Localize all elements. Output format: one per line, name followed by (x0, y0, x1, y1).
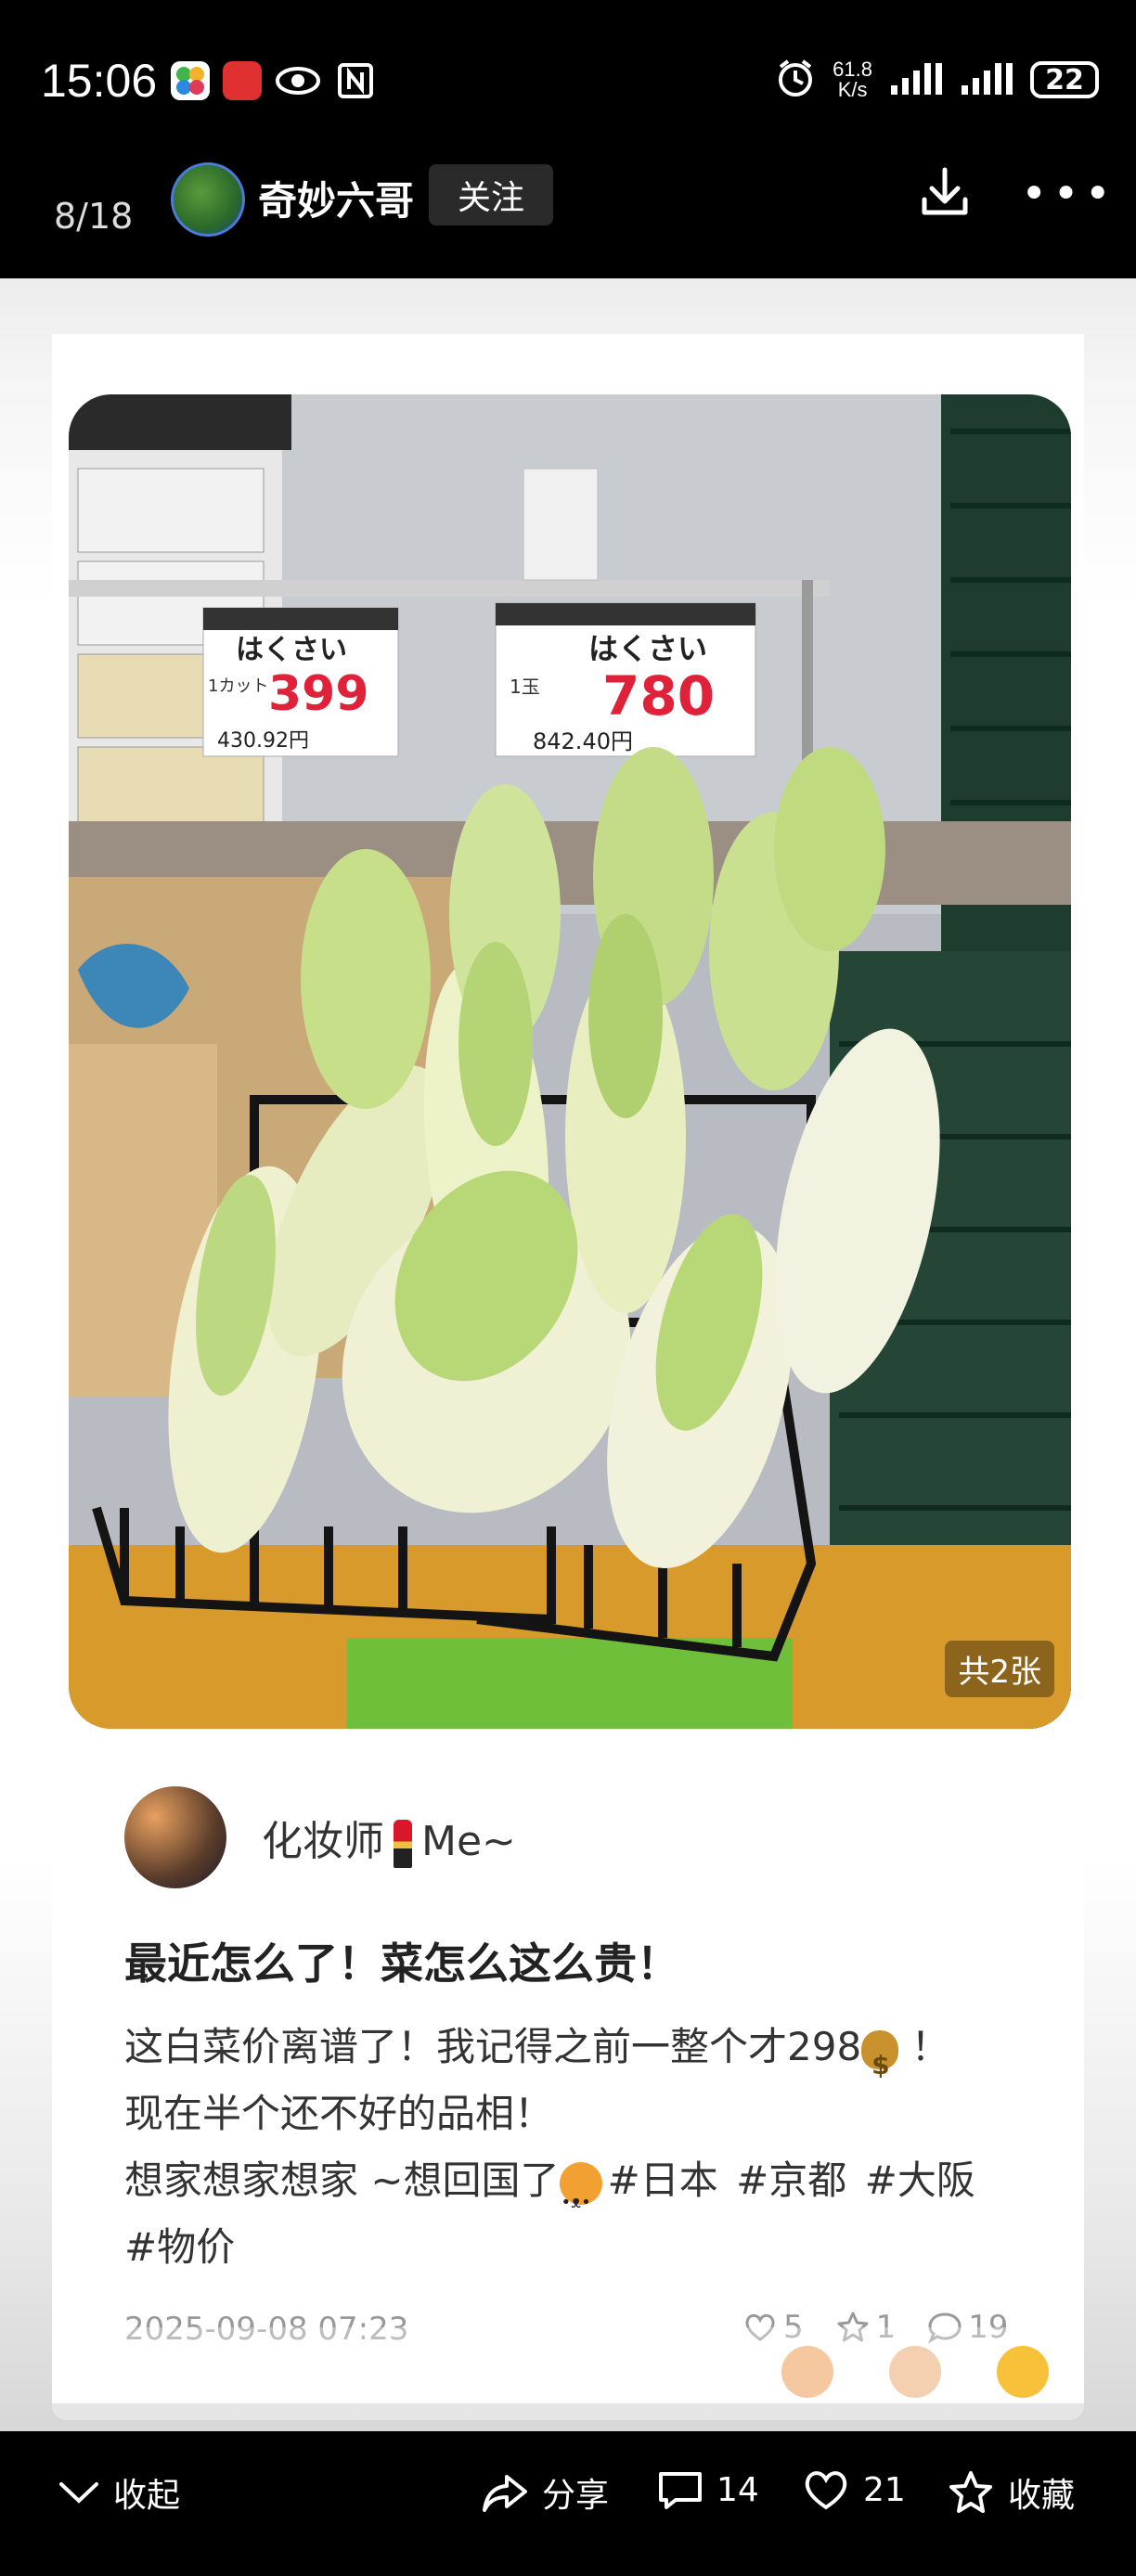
star-icon (949, 2471, 992, 2513)
grin-emoji-icon[interactable] (997, 2346, 1049, 2398)
heart-icon (805, 2471, 847, 2510)
sign-left-price: 399 (268, 666, 369, 722)
follow-button[interactable]: 关注 (429, 164, 553, 225)
bottom-action-bar: 收起 分享 14 21 收藏 (0, 2431, 1136, 2576)
battery-indicator: 22 (1030, 61, 1099, 98)
clock: 15:06 (41, 55, 158, 107)
sign-right-price: 780 (602, 664, 715, 728)
sign-right-title: はくさい (588, 631, 707, 666)
signal-icon (889, 59, 943, 100)
huawei-app-icon (223, 61, 262, 100)
cabbage-photo-illustration: はくさい 1カット 399 430.92円 はくさい 1玉 780 842.40… (69, 394, 1071, 1729)
post-photo[interactable]: はくさい 1カット 399 430.92円 はくさい 1玉 780 842.40… (69, 394, 1071, 1729)
nfc-icon (336, 61, 375, 100)
download-icon[interactable] (917, 164, 973, 220)
lipstick-icon (394, 1820, 412, 1868)
avatar[interactable] (171, 162, 245, 237)
share-icon (483, 2475, 527, 2512)
image-count-badge: 共2张 (945, 1641, 1054, 1697)
hashtag[interactable]: #物价 (124, 2224, 235, 2270)
pray-emoji-icon[interactable] (781, 2346, 833, 2398)
sign-right-tax: 842.40円 (533, 728, 633, 754)
hashtag[interactable]: #日本 (608, 2157, 718, 2203)
comment-icon (659, 2472, 702, 2509)
app-icon (171, 61, 210, 100)
page-indicator: 8/18 (54, 195, 134, 237)
sign-left-title: はくさい (236, 634, 347, 666)
favorite-button[interactable]: 收藏 (947, 2468, 1075, 2517)
hashtag[interactable]: #大阪 (865, 2157, 975, 2203)
money-bag-icon (861, 2029, 899, 2099)
share-button[interactable]: 分享 (481, 2468, 609, 2517)
author-avatar[interactable] (124, 1786, 226, 1888)
comment-button[interactable]: 14 (657, 2468, 759, 2511)
signal-icon-2 (960, 59, 1013, 100)
post-title: 最近怎么了！菜怎么这么贵！ (124, 1938, 679, 1989)
collapse-button[interactable]: 收起 (58, 2468, 180, 2517)
status-bar: 15:06 61.8 K/s 22 8/18 奇妙六哥 关注 ••• (0, 0, 1136, 278)
sign-left-tax: 430.92円 (217, 729, 309, 753)
chevron-down-icon (59, 2482, 98, 2504)
post-body: 这白菜价离谱了！我记得之前一整个才298 ！ 现在半个还不好的品相！ 想家想家想… (124, 2014, 1015, 2281)
post-header: 8/18 奇妙六哥 关注 ••• (0, 153, 1136, 278)
sign-right-qty: 1玉 (510, 676, 540, 698)
author-name[interactable]: 化妆师 Me~ (262, 1808, 516, 1868)
like-button[interactable]: 21 (802, 2468, 906, 2511)
network-speed: 61.8 K/s (833, 58, 872, 101)
username[interactable]: 奇妙六哥 (258, 170, 414, 226)
sign-left-qty: 1カット (208, 676, 268, 696)
hashtag[interactable]: #京都 (736, 2157, 846, 2203)
tiger-face-icon (559, 2161, 602, 2236)
eye-icon (275, 61, 320, 100)
more-icon[interactable]: ••• (1021, 168, 1117, 220)
muscle-emoji-icon[interactable] (889, 2346, 941, 2398)
alarm-icon (775, 58, 816, 102)
